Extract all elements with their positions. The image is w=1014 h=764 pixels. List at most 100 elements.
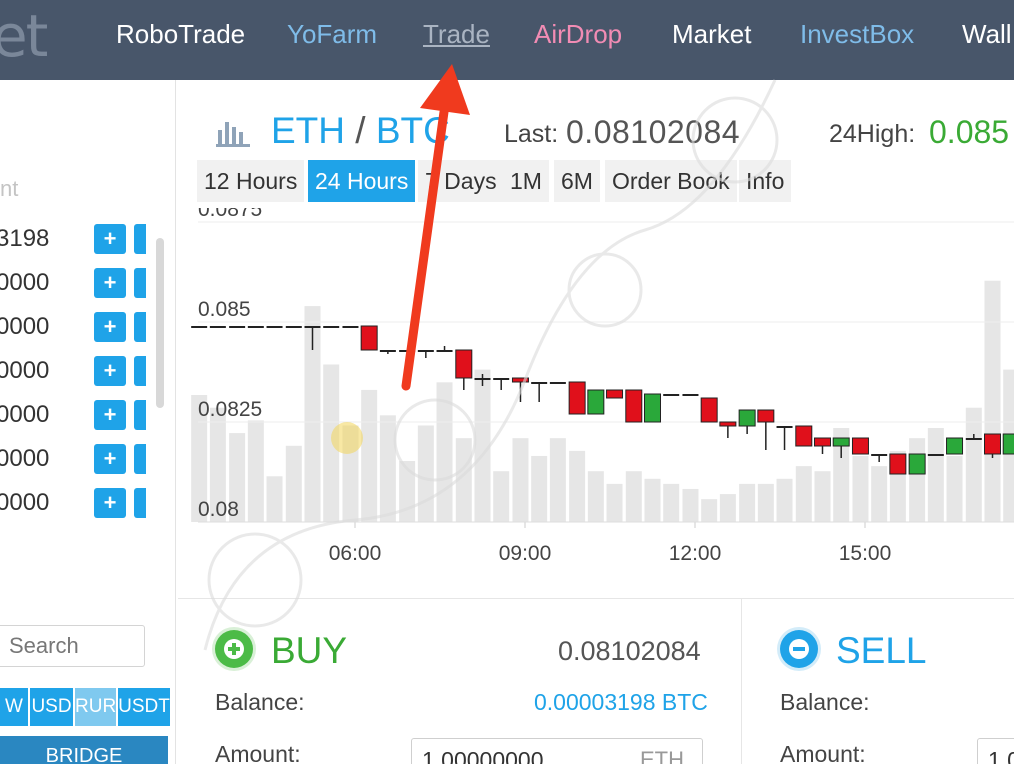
currency-tabs: W USD RUR USDT (0, 688, 170, 726)
tab-info[interactable]: Info (739, 160, 792, 202)
buy-amount-label: Amount: (215, 741, 301, 764)
balance-amount: 0000 (0, 445, 50, 472)
volume-bar (361, 389, 378, 522)
candle-body (209, 326, 226, 328)
volume-bar (682, 488, 699, 522)
withdraw-button[interactable] (134, 356, 146, 386)
tab-12-hours[interactable]: 12 Hours (197, 160, 305, 202)
deposit-button[interactable]: + (94, 488, 126, 518)
volume-bar (927, 428, 944, 522)
candle-body (247, 326, 264, 328)
volume-bar (247, 420, 264, 522)
volume-bar (417, 425, 434, 522)
price-chart[interactable]: 0.0875 0.085 0.0825 0.08 06:00 09:00 12:00 15:0… (178, 208, 1014, 583)
bridge-button[interactable]: BRIDGE (0, 736, 168, 764)
balance-column-header: nt (0, 176, 19, 201)
nav-market[interactable]: Market (672, 19, 751, 50)
buy-balance-value[interactable]: 0.00003198 BTC (534, 689, 708, 716)
buy-plus-icon (215, 630, 253, 668)
currency-tab[interactable]: W (0, 688, 28, 726)
24h-high-value: 0.085 (929, 114, 1010, 150)
currency-tab[interactable]: USDT (118, 688, 170, 726)
withdraw-button[interactable] (134, 268, 146, 298)
withdraw-button[interactable] (134, 444, 146, 474)
candle-body (663, 394, 680, 396)
volume-bar (587, 471, 604, 522)
nav-wallet[interactable]: Wall (962, 19, 1012, 50)
volume-bar (493, 471, 510, 522)
currency-tab[interactable]: RUR (75, 688, 116, 726)
buy-amount-value: 1.00000000 (422, 747, 544, 764)
sidebar-scrollbar[interactable] (156, 238, 164, 408)
candle-body (399, 350, 416, 352)
balance-amount: 0000 (0, 489, 50, 516)
volume-bar (379, 415, 396, 522)
nav-trade[interactable]: Trade (423, 19, 490, 50)
deposit-button[interactable]: + (94, 356, 126, 386)
deposit-button[interactable]: + (94, 444, 126, 474)
deposit-button[interactable]: + (94, 224, 126, 254)
deposit-button[interactable]: + (94, 400, 126, 430)
pair-search-input[interactable] (0, 626, 137, 666)
withdraw-button[interactable] (134, 488, 146, 518)
pair-title: ETH / BTC (271, 110, 450, 152)
candle-body (757, 409, 775, 423)
nav-airdrop[interactable]: AirDrop (534, 19, 622, 50)
candle-body (776, 426, 793, 428)
balance-row: 0000 + (0, 488, 176, 518)
volume-bar (474, 369, 491, 522)
x-tick-label: 15:00 (839, 542, 892, 565)
tab-6m[interactable]: 6M (554, 160, 600, 202)
deposit-button[interactable]: + (94, 312, 126, 342)
buy-amount-field[interactable]: 1.00000000 ETH (411, 738, 703, 764)
volume-bar (965, 407, 982, 522)
sell-amount-field[interactable]: 1.0 (977, 738, 1014, 764)
candle-body (229, 326, 246, 328)
withdraw-button[interactable] (134, 224, 146, 254)
tab-order-book[interactable]: Order Book (605, 160, 737, 202)
buy-balance-label: Balance: (215, 689, 305, 715)
candle-body (682, 394, 699, 396)
nav-robotrade[interactable]: RoboTrade (116, 19, 245, 50)
tab-7-days[interactable]: 7 Days (418, 160, 504, 202)
candle-body (474, 378, 491, 380)
volume-bar (512, 438, 529, 522)
candle-body (549, 382, 566, 384)
volume-bar (323, 364, 340, 522)
pair-search-box (0, 625, 145, 667)
candle-body (304, 326, 321, 328)
x-tick-label: 06:00 (329, 542, 382, 565)
volume-bar (946, 455, 963, 522)
candle-body (417, 350, 434, 352)
candle-body (342, 326, 359, 328)
candle-body (1002, 433, 1014, 455)
candle-body (851, 437, 869, 455)
volume-bar (606, 483, 623, 522)
withdraw-button[interactable] (134, 400, 146, 430)
tab-1m[interactable]: 1M (503, 160, 549, 202)
balance-row: 3198 + (0, 224, 176, 254)
site-logo[interactable]: et (0, 2, 48, 70)
withdraw-button[interactable] (134, 312, 146, 342)
deposit-button[interactable]: + (94, 268, 126, 298)
quote-currency[interactable]: BTC (376, 110, 450, 151)
volume-bar (776, 478, 793, 522)
candle-body (644, 393, 661, 423)
base-currency[interactable]: ETH (271, 110, 345, 151)
buy-price[interactable]: 0.08102084 (558, 636, 701, 667)
candle-body (379, 350, 396, 352)
balance-amount: 0000 (0, 401, 50, 428)
volume-bar (266, 476, 283, 522)
candle-body (568, 381, 586, 415)
volume-bar (436, 382, 453, 522)
currency-tab[interactable]: USD (30, 688, 73, 726)
volume-bar (852, 455, 869, 522)
candle-body (908, 453, 926, 475)
nav-yofarm[interactable]: YoFarm (287, 19, 377, 50)
nav-investbox[interactable]: InvestBox (800, 19, 914, 50)
volume-bar (569, 450, 586, 522)
candle-body (493, 378, 510, 380)
last-price-value: 0.08102084 (566, 114, 741, 150)
tab-24-hours[interactable]: 24 Hours (308, 160, 416, 202)
volume-bar (701, 499, 718, 522)
